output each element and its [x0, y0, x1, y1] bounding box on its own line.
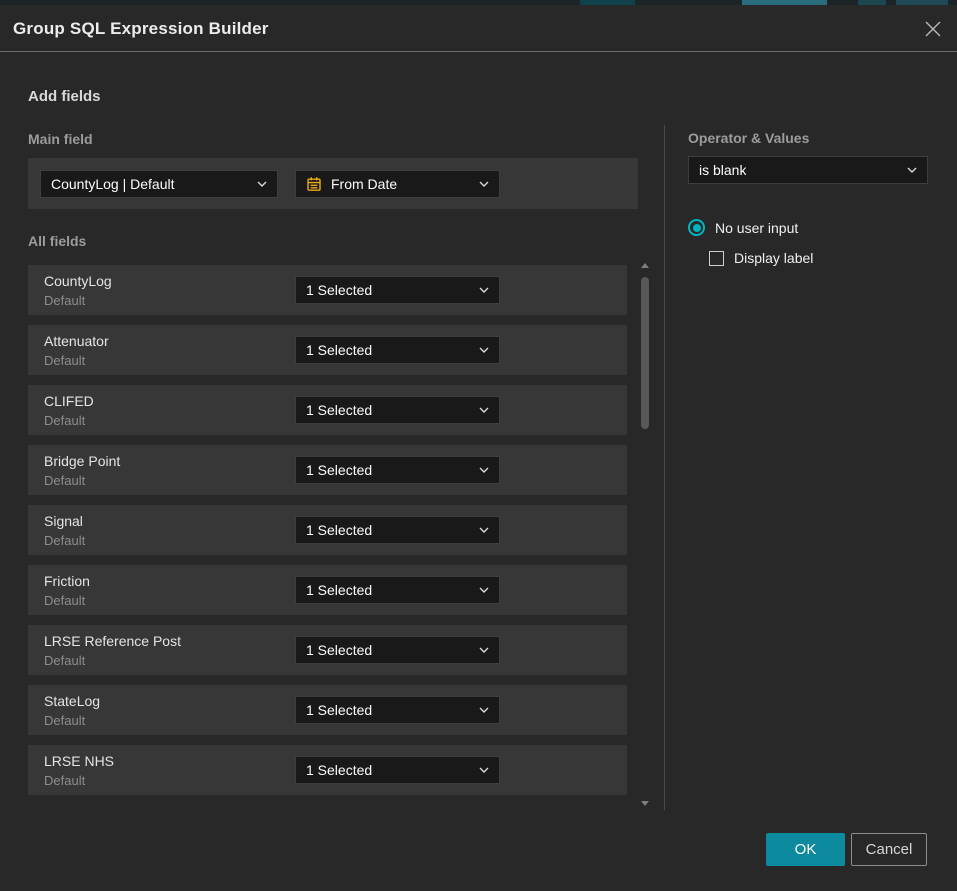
scrollbar[interactable] [640, 258, 650, 810]
field-subtitle: Default [44, 773, 85, 788]
chevron-down-icon [907, 167, 917, 173]
dialog-title: Group SQL Expression Builder [13, 19, 269, 39]
operator-dropdown[interactable]: is blank [688, 156, 928, 184]
chevron-down-icon [479, 587, 489, 593]
main-date-field-value: From Date [331, 176, 397, 192]
field-selection-dropdown[interactable]: 1 Selected [295, 516, 500, 544]
field-selection-dropdown-value: 1 Selected [306, 282, 372, 298]
field-subtitle: Default [44, 413, 85, 428]
field-row: StateLog Default 1 Selected [28, 685, 627, 735]
chevron-down-icon [479, 407, 489, 413]
field-name: LRSE Reference Post [44, 633, 181, 649]
chevron-down-icon [479, 527, 489, 533]
chevron-down-icon [479, 707, 489, 713]
chevron-down-icon [479, 467, 489, 473]
field-row: LRSE NHS Default 1 Selected [28, 745, 627, 795]
field-subtitle: Default [44, 593, 85, 608]
field-row: Friction Default 1 Selected [28, 565, 627, 615]
display-label-checkbox[interactable] [709, 251, 724, 266]
field-selection-dropdown[interactable]: 1 Selected [295, 756, 500, 784]
field-name: CLIFED [44, 393, 94, 409]
field-name: CountyLog [44, 273, 112, 289]
field-selection-dropdown-value: 1 Selected [306, 702, 372, 718]
field-subtitle: Default [44, 533, 85, 548]
main-date-field-dropdown[interactable]: From Date [295, 170, 500, 198]
field-selection-dropdown-value: 1 Selected [306, 642, 372, 658]
all-fields-label: All fields [28, 233, 86, 249]
field-row: CountyLog Default 1 Selected [28, 265, 627, 315]
field-selection-dropdown[interactable]: 1 Selected [295, 336, 500, 364]
close-button[interactable] [922, 18, 944, 40]
field-subtitle: Default [44, 473, 85, 488]
no-user-input-radio[interactable] [688, 219, 705, 236]
main-layer-dropdown[interactable]: CountyLog | Default [40, 170, 278, 198]
field-selection-dropdown[interactable]: 1 Selected [295, 576, 500, 604]
cancel-button[interactable]: Cancel [851, 833, 927, 866]
field-name: Bridge Point [44, 453, 120, 469]
ok-button[interactable]: OK [766, 833, 845, 866]
dialog-header: Group SQL Expression Builder [0, 5, 957, 52]
field-name: StateLog [44, 693, 100, 709]
field-row: LRSE Reference Post Default 1 Selected [28, 625, 627, 675]
field-name: Signal [44, 513, 83, 529]
field-row: Signal Default 1 Selected [28, 505, 627, 555]
main-field-panel: CountyLog | Default From Date [28, 158, 638, 209]
field-row: CLIFED Default 1 Selected [28, 385, 627, 435]
chevron-down-icon [479, 287, 489, 293]
chevron-down-icon [479, 347, 489, 353]
chevron-down-icon [479, 647, 489, 653]
main-layer-dropdown-value: CountyLog | Default [51, 176, 175, 192]
display-label-label: Display label [734, 250, 813, 266]
chevron-down-icon [479, 767, 489, 773]
field-selection-dropdown[interactable]: 1 Selected [295, 636, 500, 664]
group-sql-expression-builder-dialog: Group SQL Expression Builder Add fields … [0, 5, 957, 891]
display-label-option: Display label [709, 250, 813, 266]
field-selection-dropdown-value: 1 Selected [306, 402, 372, 418]
field-name: LRSE NHS [44, 753, 114, 769]
close-icon [924, 20, 942, 38]
operator-values-label: Operator & Values [688, 130, 809, 146]
no-user-input-option: No user input [688, 219, 798, 236]
add-fields-heading: Add fields [28, 88, 101, 105]
field-selection-dropdown-value: 1 Selected [306, 582, 372, 598]
scrollbar-thumb[interactable] [641, 277, 649, 429]
field-selection-dropdown[interactable]: 1 Selected [295, 276, 500, 304]
field-name: Attenuator [44, 333, 109, 349]
field-selection-dropdown[interactable]: 1 Selected [295, 396, 500, 424]
chevron-down-icon [479, 181, 489, 187]
radio-dot [693, 224, 701, 232]
field-row: Bridge Point Default 1 Selected [28, 445, 627, 495]
calendar-icon [306, 176, 322, 192]
chevron-down-icon [257, 181, 267, 187]
vertical-divider [664, 125, 665, 810]
field-selection-dropdown-value: 1 Selected [306, 522, 372, 538]
all-fields-list: CountyLog Default 1 Selected Attenuator … [28, 265, 627, 805]
field-subtitle: Default [44, 293, 85, 308]
scrollbar-up-arrow-icon[interactable] [641, 263, 649, 268]
field-subtitle: Default [44, 713, 85, 728]
field-subtitle: Default [44, 353, 85, 368]
scrollbar-down-arrow-icon[interactable] [641, 801, 649, 806]
main-field-label: Main field [28, 131, 93, 147]
field-selection-dropdown-value: 1 Selected [306, 762, 372, 778]
field-selection-dropdown-value: 1 Selected [306, 462, 372, 478]
operator-dropdown-value: is blank [699, 162, 746, 178]
field-name: Friction [44, 573, 90, 589]
field-selection-dropdown[interactable]: 1 Selected [295, 696, 500, 724]
field-row: Attenuator Default 1 Selected [28, 325, 627, 375]
no-user-input-label: No user input [715, 220, 798, 236]
field-subtitle: Default [44, 653, 85, 668]
field-selection-dropdown-value: 1 Selected [306, 342, 372, 358]
field-selection-dropdown[interactable]: 1 Selected [295, 456, 500, 484]
